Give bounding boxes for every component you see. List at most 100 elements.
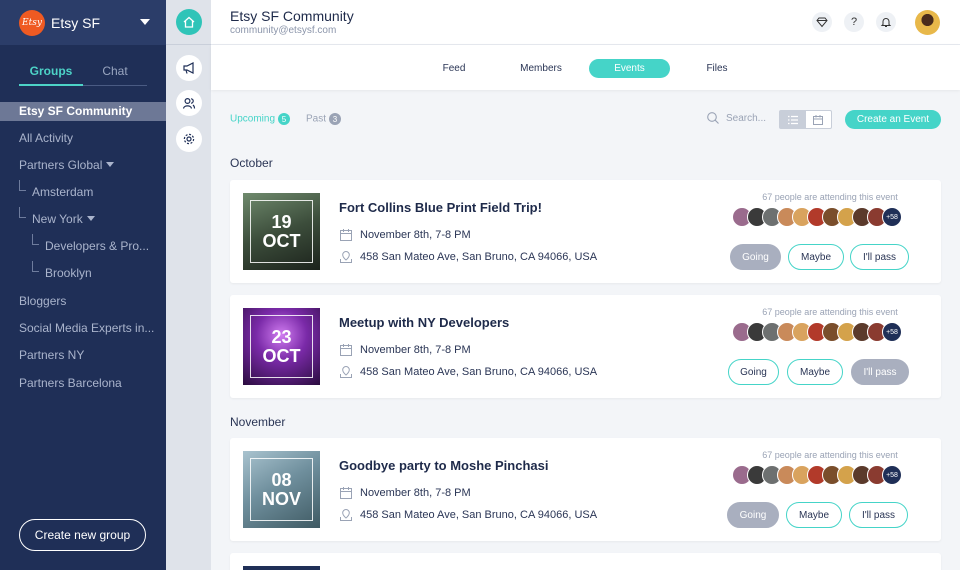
people-icon[interactable] bbox=[176, 90, 202, 116]
megaphone-icon[interactable] bbox=[176, 55, 202, 81]
org-name: Etsy SF bbox=[51, 14, 101, 31]
community-email: community@etsysf.com bbox=[230, 25, 337, 36]
event-card[interactable] bbox=[230, 553, 941, 570]
going-button[interactable]: Going bbox=[727, 502, 779, 528]
event-card[interactable]: 19 OCT Fort Collins Blue Print Field Tri… bbox=[230, 180, 941, 283]
filter-past[interactable]: Past 3 bbox=[306, 113, 342, 125]
event-time-text: November 8th, 7-8 PM bbox=[360, 229, 471, 241]
tab-chat[interactable]: Chat bbox=[83, 64, 147, 85]
list-view-icon[interactable] bbox=[780, 111, 806, 128]
pass-button[interactable]: I'll pass bbox=[849, 502, 908, 528]
event-date-badge: 19 OCT bbox=[250, 200, 313, 263]
event-thumbnail: 08 NOV bbox=[243, 451, 320, 528]
event-day: 23 bbox=[271, 327, 292, 347]
group-item-bloggers[interactable]: Bloggers bbox=[0, 292, 166, 311]
rail-divider bbox=[166, 44, 211, 45]
group-item-brooklyn[interactable]: Brooklyn bbox=[0, 264, 166, 283]
search-icon bbox=[707, 112, 719, 124]
pass-button[interactable]: I'll pass bbox=[851, 359, 909, 385]
maybe-button[interactable]: Maybe bbox=[788, 244, 844, 270]
group-item-all-activity[interactable]: All Activity bbox=[0, 129, 166, 148]
event-time: November 8th, 7-8 PM bbox=[339, 228, 471, 242]
event-card[interactable]: 23 OCT Meetup with NY Developers Novembe… bbox=[230, 295, 941, 398]
group-item-social-media-experts[interactable]: Social Media Experts in... bbox=[0, 319, 166, 338]
filter-upcoming[interactable]: Upcoming 5 bbox=[230, 113, 291, 125]
location-icon bbox=[340, 365, 352, 378]
event-date-badge: 08 NOV bbox=[250, 458, 313, 521]
chevron-down-icon[interactable] bbox=[140, 19, 150, 25]
pass-button[interactable]: I'll pass bbox=[850, 244, 909, 270]
calendar-icon bbox=[340, 344, 352, 356]
more-attendees-badge[interactable]: +58 bbox=[882, 465, 902, 485]
group-item-label: Partners Global bbox=[19, 158, 103, 172]
location-icon bbox=[340, 250, 352, 263]
going-button[interactable]: Going bbox=[730, 244, 781, 270]
group-item-partners-barcelona[interactable]: Partners Barcelona bbox=[0, 374, 166, 393]
event-location: 458 San Mateo Ave, San Bruno, CA 94066, … bbox=[339, 365, 597, 379]
attending-count: 67 people are attending this event bbox=[762, 192, 898, 202]
event-thumbnail: 19 OCT bbox=[243, 193, 320, 270]
month-heading-november: November bbox=[230, 415, 286, 429]
event-time-text: November 8th, 7-8 PM bbox=[360, 487, 471, 499]
group-item-label: New York bbox=[32, 212, 83, 226]
tab-groups[interactable]: Groups bbox=[19, 64, 83, 85]
help-icon[interactable]: ? bbox=[844, 12, 864, 32]
event-thumbnail: 23 OCT bbox=[243, 308, 320, 385]
event-time: November 8th, 7-8 PM bbox=[339, 486, 471, 500]
active-tab-indicator bbox=[19, 84, 83, 86]
group-item-partners-ny[interactable]: Partners NY bbox=[0, 346, 166, 365]
event-time: November 8th, 7-8 PM bbox=[339, 343, 471, 357]
more-attendees-badge[interactable]: +58 bbox=[882, 207, 902, 227]
gear-icon[interactable] bbox=[176, 126, 202, 152]
create-group-button[interactable]: Create new group bbox=[19, 519, 146, 551]
maybe-button[interactable]: Maybe bbox=[786, 502, 842, 528]
org-switcher[interactable]: Etsy Etsy SF bbox=[0, 0, 166, 45]
event-location-text: 458 San Mateo Ave, San Bruno, CA 94066, … bbox=[360, 509, 598, 521]
group-item-partners-global[interactable]: Partners Global bbox=[0, 156, 166, 175]
calendar-icon bbox=[340, 229, 352, 241]
event-month: OCT bbox=[262, 231, 301, 251]
group-item-amsterdam[interactable]: Amsterdam bbox=[0, 183, 166, 202]
group-item-developers[interactable]: Developers & Pro... bbox=[0, 237, 166, 256]
tab-members[interactable]: Members bbox=[511, 59, 571, 78]
more-attendees-badge[interactable]: +58 bbox=[882, 322, 902, 342]
user-avatar[interactable] bbox=[915, 10, 940, 35]
group-item-new-york[interactable]: New York bbox=[0, 210, 166, 229]
tab-feed[interactable]: Feed bbox=[424, 59, 484, 78]
group-item-etsy-sf-community[interactable]: Etsy SF Community bbox=[0, 102, 166, 121]
month-heading-october: October bbox=[230, 156, 273, 170]
chevron-down-icon[interactable] bbox=[106, 162, 115, 167]
tab-files[interactable]: Files bbox=[697, 59, 737, 78]
event-location: 458 San Mateo Ave, San Bruno, CA 94066, … bbox=[339, 508, 597, 522]
calendar-view-icon[interactable] bbox=[806, 111, 832, 128]
event-day: 08 bbox=[271, 470, 292, 490]
upcoming-count: 5 bbox=[278, 113, 291, 125]
event-location-text: 458 San Mateo Ave, San Bruno, CA 94066, … bbox=[360, 366, 598, 378]
event-month: NOV bbox=[261, 489, 301, 509]
event-title[interactable]: Fort Collins Blue Print Field Trip! bbox=[339, 200, 542, 215]
top-header: Etsy SF Community community@etsysf.com ? bbox=[211, 0, 960, 45]
event-time-text: November 8th, 7-8 PM bbox=[360, 344, 471, 356]
event-month: OCT bbox=[262, 346, 301, 366]
section-tabs: Feed Members Events Files bbox=[211, 45, 960, 90]
bell-icon[interactable] bbox=[876, 12, 896, 32]
search-input[interactable] bbox=[726, 112, 770, 124]
location-icon bbox=[340, 508, 352, 521]
attending-count: 67 people are attending this event bbox=[762, 307, 898, 317]
event-card[interactable]: 08 NOV Goodbye party to Moshe Pinchasi N… bbox=[230, 438, 941, 541]
maybe-button[interactable]: Maybe bbox=[787, 359, 843, 385]
event-title[interactable]: Meetup with NY Developers bbox=[339, 315, 509, 330]
event-search bbox=[706, 111, 770, 125]
groups-sidebar: Etsy Etsy SF Groups Chat Etsy SF Communi… bbox=[0, 0, 166, 570]
create-event-button[interactable]: Create an Event bbox=[845, 110, 941, 129]
tab-events[interactable]: Events bbox=[589, 59, 670, 78]
diamond-icon[interactable] bbox=[812, 12, 832, 32]
going-button[interactable]: Going bbox=[728, 359, 779, 385]
event-title[interactable]: Goodbye party to Moshe Pinchasi bbox=[339, 458, 548, 473]
page-title: Etsy SF Community bbox=[230, 8, 354, 24]
home-icon[interactable] bbox=[176, 9, 202, 35]
chevron-down-icon[interactable] bbox=[86, 216, 95, 221]
view-toggle bbox=[779, 110, 832, 129]
event-day: 19 bbox=[271, 212, 292, 232]
event-location-text: 458 San Mateo Ave, San Bruno, CA 94066, … bbox=[360, 251, 598, 263]
